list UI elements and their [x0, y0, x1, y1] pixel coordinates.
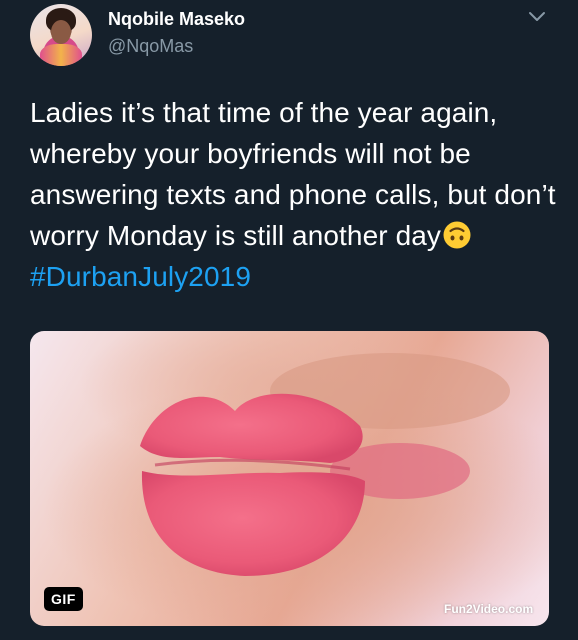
avatar-clothing: [40, 44, 82, 66]
chevron-down-icon[interactable]: [527, 9, 547, 25]
user-handle[interactable]: @NqoMas: [108, 36, 193, 57]
watermark: Fun2Video.com: [444, 602, 534, 616]
gif-badge: GIF: [44, 587, 83, 611]
hashtag-link[interactable]: #DurbanJuly2019: [30, 261, 251, 292]
gif-media[interactable]: GIF Fun2Video.com: [30, 331, 549, 626]
avatar[interactable]: [30, 4, 92, 66]
avatar-face: [51, 20, 71, 44]
lips-illustration: [140, 353, 510, 576]
tweet-text: Ladies it’s that time of the year again,…: [30, 92, 560, 297]
display-name[interactable]: Nqobile Maseko: [108, 9, 245, 30]
upside-down-face-emoji-icon: [443, 221, 471, 249]
tweet-body: Ladies it’s that time of the year again,…: [30, 97, 556, 251]
